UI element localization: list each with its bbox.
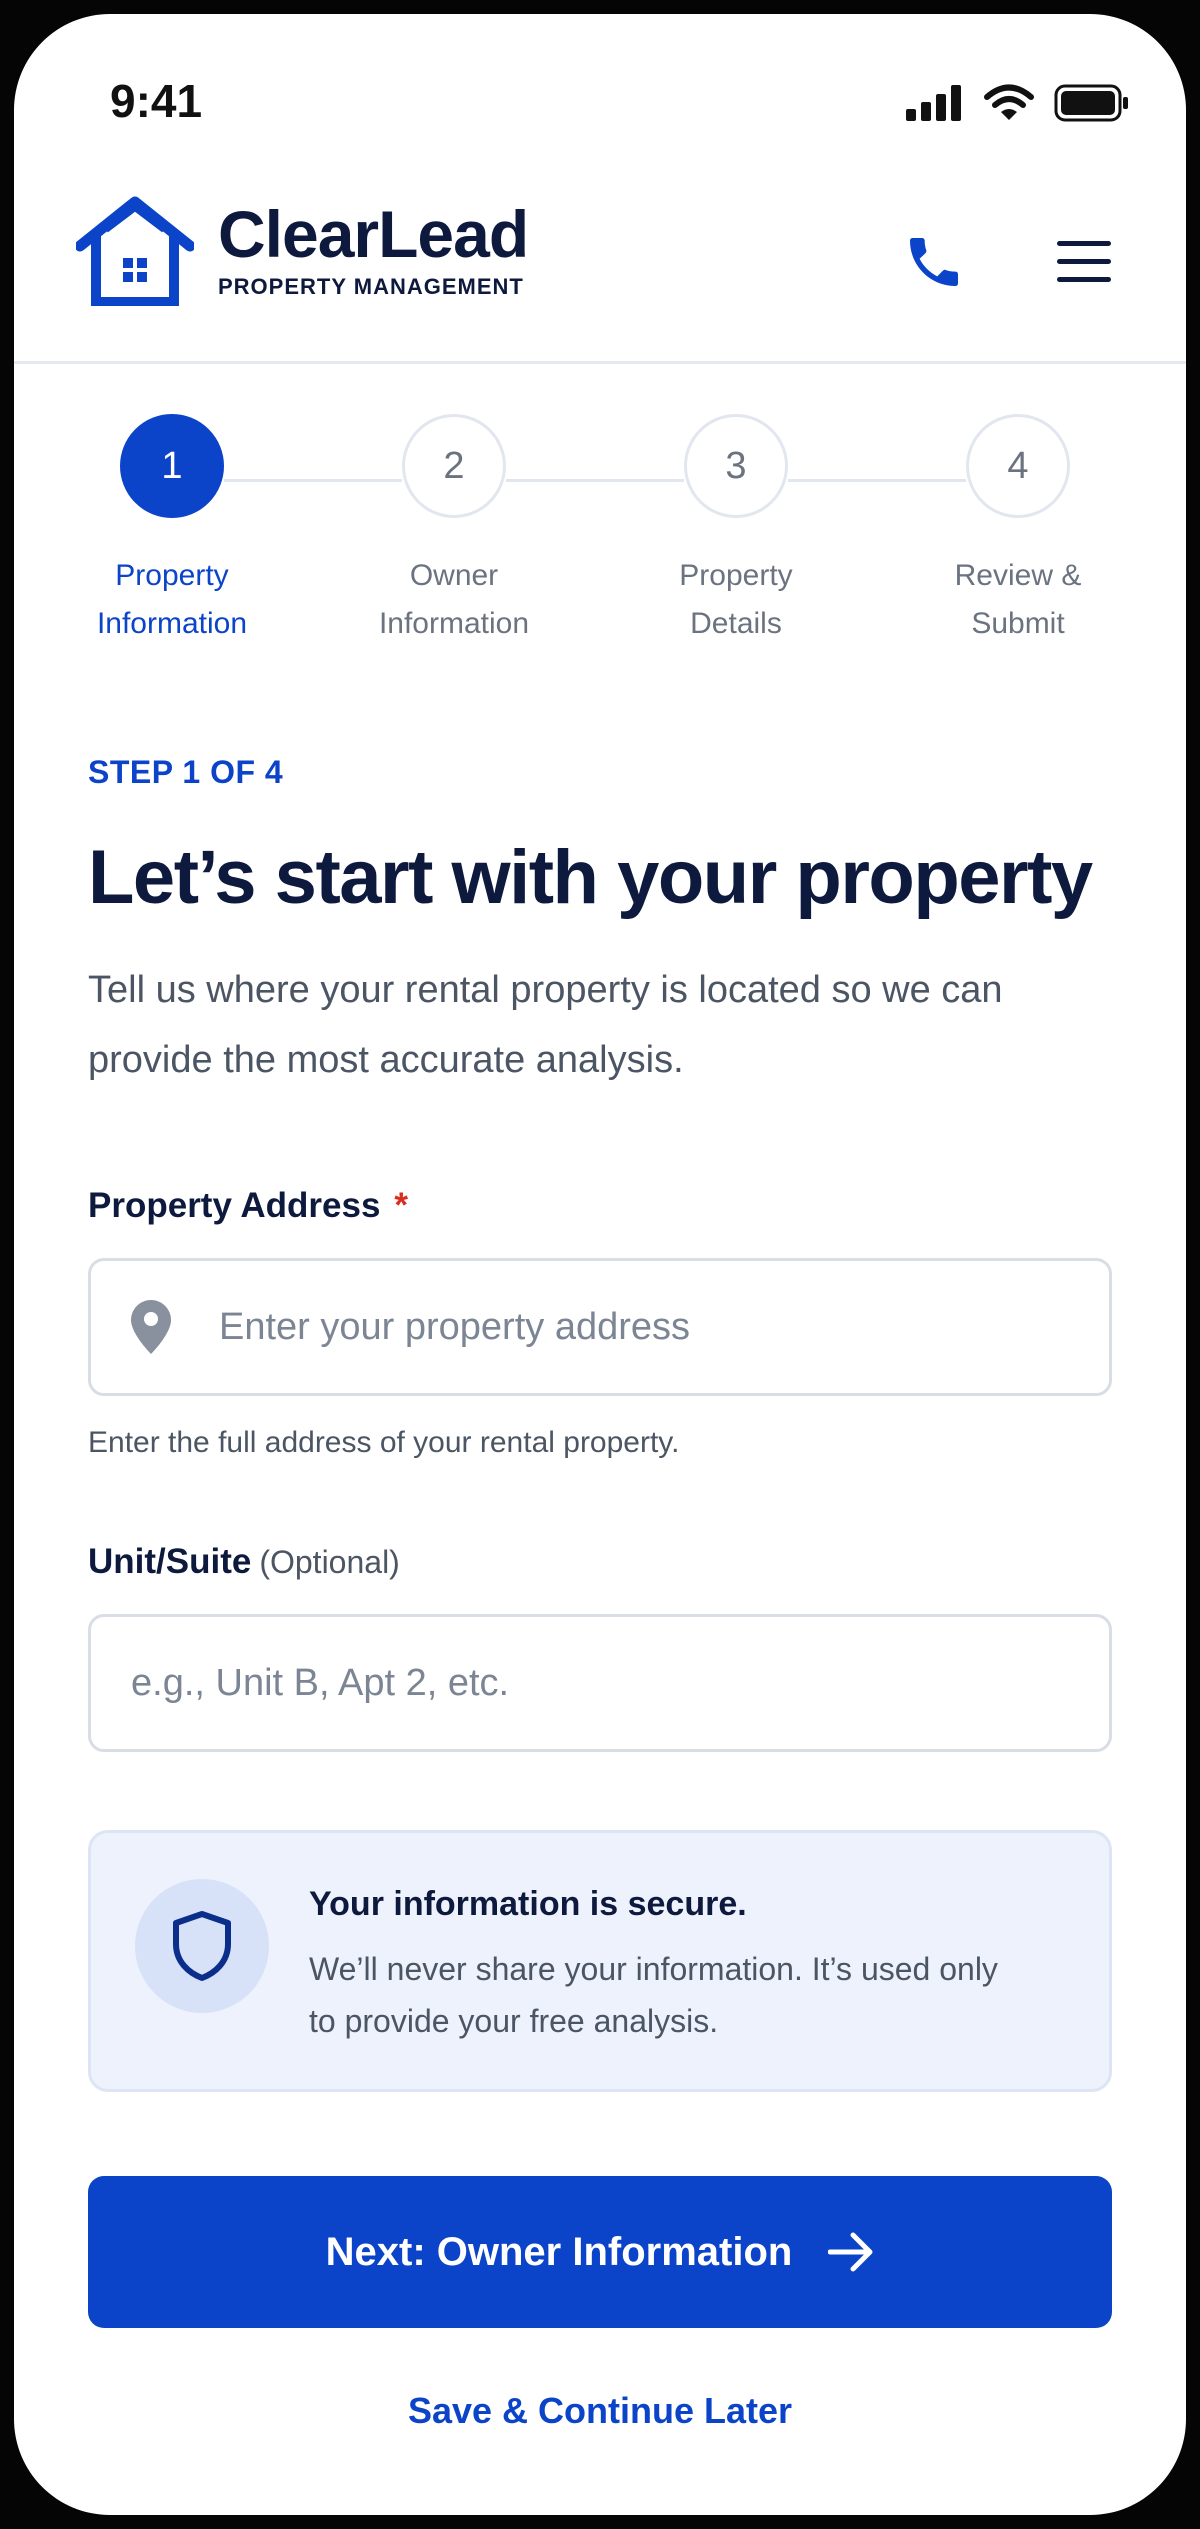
- security-notice: Your information is secure. We’ll never …: [88, 1830, 1112, 2092]
- property-address-field[interactable]: [88, 1258, 1112, 1396]
- phone-screen: 9:41 ClearLead PROPERTY MANAGEMENT 1 Pro…: [14, 14, 1186, 2515]
- step-label-line: Submit: [971, 607, 1065, 640]
- security-notice-title: Your information is secure.: [309, 1885, 747, 1923]
- property-address-label: Property Address *: [88, 1186, 408, 1226]
- page-title: Let’s start with your property: [88, 835, 1093, 920]
- field-label-text: Unit/Suite: [88, 1542, 252, 1581]
- hamburger-menu-icon: [1057, 241, 1111, 282]
- step-number: 4: [966, 414, 1070, 518]
- arrow-right-icon: [828, 2232, 873, 2272]
- house-logo-icon[interactable]: [76, 194, 194, 306]
- shield-badge: [135, 1879, 269, 2013]
- property-address-helper: Enter the full address of your rental pr…: [88, 1426, 680, 1459]
- step-label-line: Owner: [409, 559, 499, 592]
- brand-tagline: PROPERTY MANAGEMENT: [218, 274, 524, 299]
- property-address-input[interactable]: [211, 1261, 1109, 1393]
- status-icons: [906, 84, 1130, 122]
- step-review-submit[interactable]: 4 Review & Submit: [898, 414, 1138, 648]
- step-label-line: Details: [690, 607, 782, 640]
- map-pin-icon: [131, 1300, 171, 1354]
- step-indicator: STEP 1 OF 4: [88, 754, 284, 790]
- security-notice-text: We’ll never share your information. It’s…: [309, 1951, 998, 2039]
- step-label-line: Review &: [954, 559, 1082, 592]
- pin-wrapper: [91, 1300, 211, 1354]
- step-number: 2: [402, 414, 506, 518]
- cellular-signal-icon: [906, 85, 961, 121]
- step-number: 1: [120, 414, 224, 518]
- unit-suite-field[interactable]: [88, 1614, 1112, 1752]
- step-owner-information[interactable]: 2 Owner Information: [334, 414, 574, 648]
- next-button-label: Next: Owner Information: [325, 2229, 793, 2274]
- app-header: ClearLead PROPERTY MANAGEMENT: [14, 174, 1186, 364]
- optional-note: (Optional): [259, 1544, 400, 1580]
- step-label: Property Details: [616, 552, 856, 648]
- step-property-details[interactable]: 3 Property Details: [616, 414, 856, 648]
- status-time: 9:41: [110, 75, 203, 127]
- field-label-text: Property Address: [88, 1186, 381, 1225]
- battery-icon: [1054, 84, 1128, 122]
- step-label-line: Property: [115, 559, 229, 592]
- step-property-information[interactable]: 1 Property Information: [52, 414, 292, 648]
- call-button[interactable]: [894, 222, 974, 302]
- save-continue-later-link[interactable]: Save & Continue Later: [88, 2390, 1112, 2432]
- shield-icon: [173, 1911, 231, 1981]
- property-form: STEP 1 OF 4 Let’s start with your proper…: [88, 754, 1128, 2431]
- step-label: Owner Information: [334, 552, 574, 648]
- step-label-line: Property: [679, 559, 793, 592]
- unit-suite-input[interactable]: [91, 1617, 1109, 1749]
- next-owner-information-button[interactable]: Next: Owner Information: [88, 2176, 1112, 2328]
- step-label-line: Information: [378, 607, 530, 640]
- unit-suite-label: Unit/Suite (Optional): [88, 1542, 400, 1582]
- page-description: Tell us where your rental property is lo…: [88, 969, 1003, 1081]
- step-label-line: Information: [96, 607, 248, 640]
- step-number: 3: [684, 414, 788, 518]
- brand-name: ClearLead: [218, 197, 529, 271]
- step-label: Review & Submit: [898, 552, 1138, 648]
- progress-stepper: 1 Property Information 2 Owner Informati…: [14, 414, 1186, 674]
- required-asterisk: *: [394, 1186, 409, 1225]
- wifi-icon: [984, 84, 1034, 120]
- menu-button[interactable]: [1044, 222, 1124, 302]
- brand-wordmark[interactable]: ClearLead PROPERTY MANAGEMENT: [218, 196, 529, 300]
- status-bar: 9:41: [14, 14, 1186, 174]
- step-label: Property Information: [52, 552, 292, 648]
- phone-icon: [910, 238, 958, 286]
